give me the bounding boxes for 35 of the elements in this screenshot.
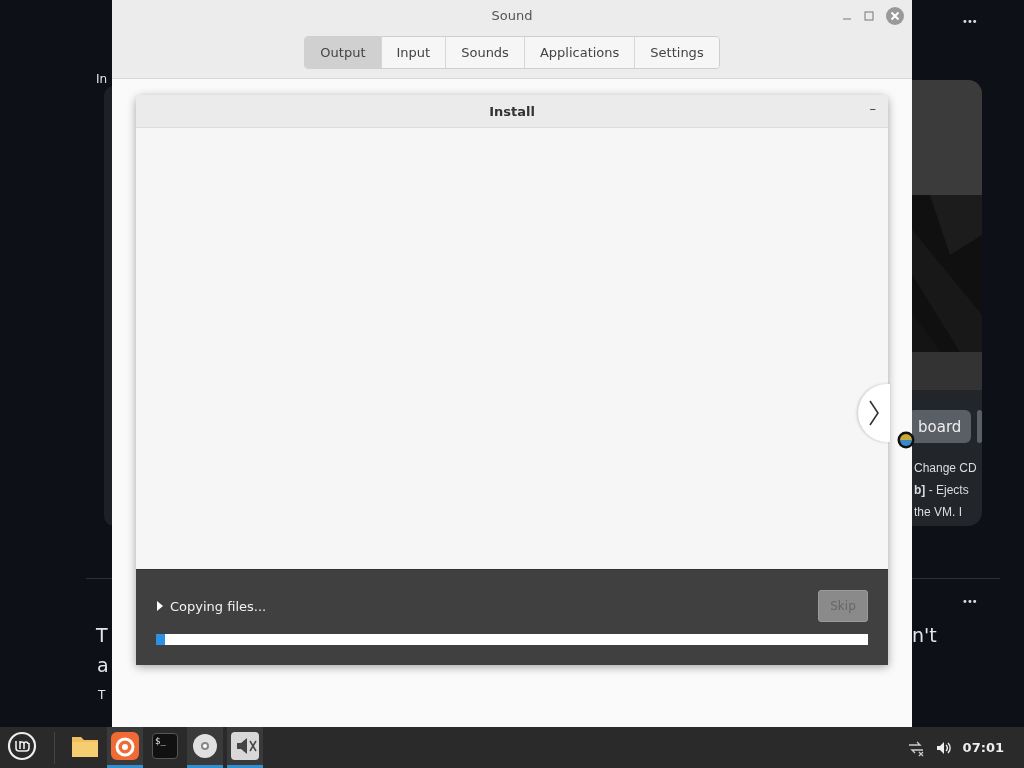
close-icon[interactable] bbox=[886, 7, 904, 25]
text-fragment: T bbox=[98, 688, 106, 702]
terminal-icon: $_ bbox=[152, 733, 178, 759]
tab[interactable]: Input bbox=[381, 37, 447, 68]
app-icon bbox=[111, 732, 139, 760]
minimize-button[interactable]: – bbox=[869, 101, 876, 116]
taskbar-app[interactable]: $_ bbox=[147, 727, 183, 768]
dialog-title: Install bbox=[489, 103, 535, 119]
next-button[interactable] bbox=[858, 384, 890, 442]
window-title: Sound bbox=[491, 8, 533, 23]
text-fragment: T bbox=[96, 624, 108, 646]
globe-cursor-icon bbox=[897, 431, 915, 449]
status-text: Copying files... bbox=[170, 598, 268, 614]
more-menu[interactable]: ••• bbox=[962, 16, 977, 27]
more-menu[interactable]: ••• bbox=[962, 596, 977, 607]
folder-icon bbox=[71, 734, 99, 758]
taskbar-app[interactable] bbox=[107, 727, 143, 768]
disc-icon bbox=[192, 733, 218, 759]
taskbar-app[interactable] bbox=[187, 727, 223, 768]
text-line: b] - Ejects bbox=[914, 482, 970, 499]
text-line: Change CD bbox=[914, 460, 978, 477]
tab[interactable]: Output bbox=[305, 37, 382, 68]
text-fragment: n't bbox=[912, 624, 937, 646]
maximize-icon[interactable] bbox=[864, 11, 874, 21]
muted-speaker-icon bbox=[231, 732, 259, 760]
clock: 07:01 bbox=[962, 740, 1004, 755]
text-fragment: In bbox=[96, 72, 108, 86]
tab[interactable]: Applications bbox=[524, 37, 636, 68]
expander-icon[interactable] bbox=[156, 601, 164, 611]
tab[interactable]: Settings bbox=[635, 37, 719, 68]
tab[interactable]: Sounds bbox=[446, 37, 525, 68]
text-fragment: a bbox=[97, 654, 109, 676]
taskbar-app[interactable] bbox=[227, 727, 263, 768]
chevron-right-icon bbox=[868, 400, 880, 426]
text-line: the VM. I bbox=[914, 504, 964, 521]
